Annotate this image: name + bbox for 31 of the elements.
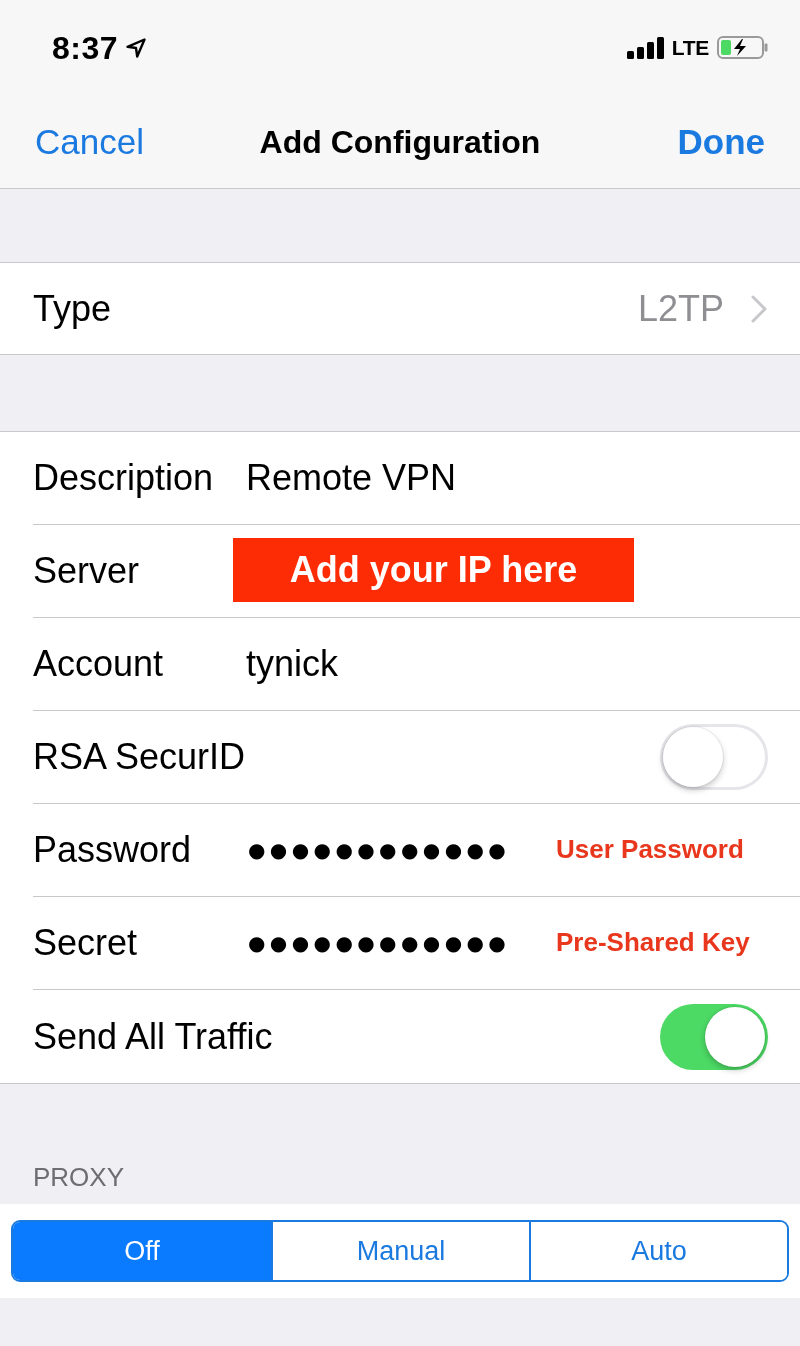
cancel-button[interactable]: Cancel — [35, 121, 144, 163]
chevron-icon — [750, 293, 768, 324]
clock-time: 8:37 — [52, 29, 119, 67]
password-field[interactable]: ●●●●●●●●●●●● — [246, 919, 546, 967]
password-field[interactable]: ●●●●●●●●●●●● — [246, 826, 546, 874]
field-label: Password — [33, 828, 193, 872]
screen-title: Add Configuration — [259, 123, 541, 161]
segment-button[interactable]: Off — [13, 1222, 271, 1280]
field-label: Account — [33, 642, 165, 686]
callout-banner: Add your IP here — [233, 538, 634, 602]
field-label: Secret — [33, 921, 139, 965]
field-label: Type — [33, 286, 113, 331]
field-label: Server — [33, 549, 141, 593]
type-value: L2TP — [637, 286, 724, 331]
field-label: RSA SecurID — [33, 735, 247, 779]
section-header: PROXY — [33, 1162, 125, 1192]
toggle-switch[interactable] — [660, 1003, 768, 1070]
signal-bars-icon — [626, 37, 664, 59]
network-label: LTE — [671, 35, 709, 61]
battery-icon — [717, 36, 768, 60]
field-label: Description — [33, 456, 215, 500]
done-button[interactable]: Done — [677, 121, 765, 163]
callout-note: User Password — [556, 834, 744, 866]
text-field[interactable]: Remote VPN — [246, 454, 768, 502]
text-field[interactable]: tynick — [246, 640, 768, 688]
callout-note: Pre-Shared Key — [556, 927, 750, 959]
type-row[interactable]: Type L2TP — [0, 263, 800, 354]
segment-button[interactable]: Auto — [529, 1222, 787, 1280]
location-arrow-icon — [126, 38, 147, 58]
toggle-switch[interactable] — [660, 724, 768, 790]
field-label: Send All Traffic — [33, 1014, 274, 1059]
